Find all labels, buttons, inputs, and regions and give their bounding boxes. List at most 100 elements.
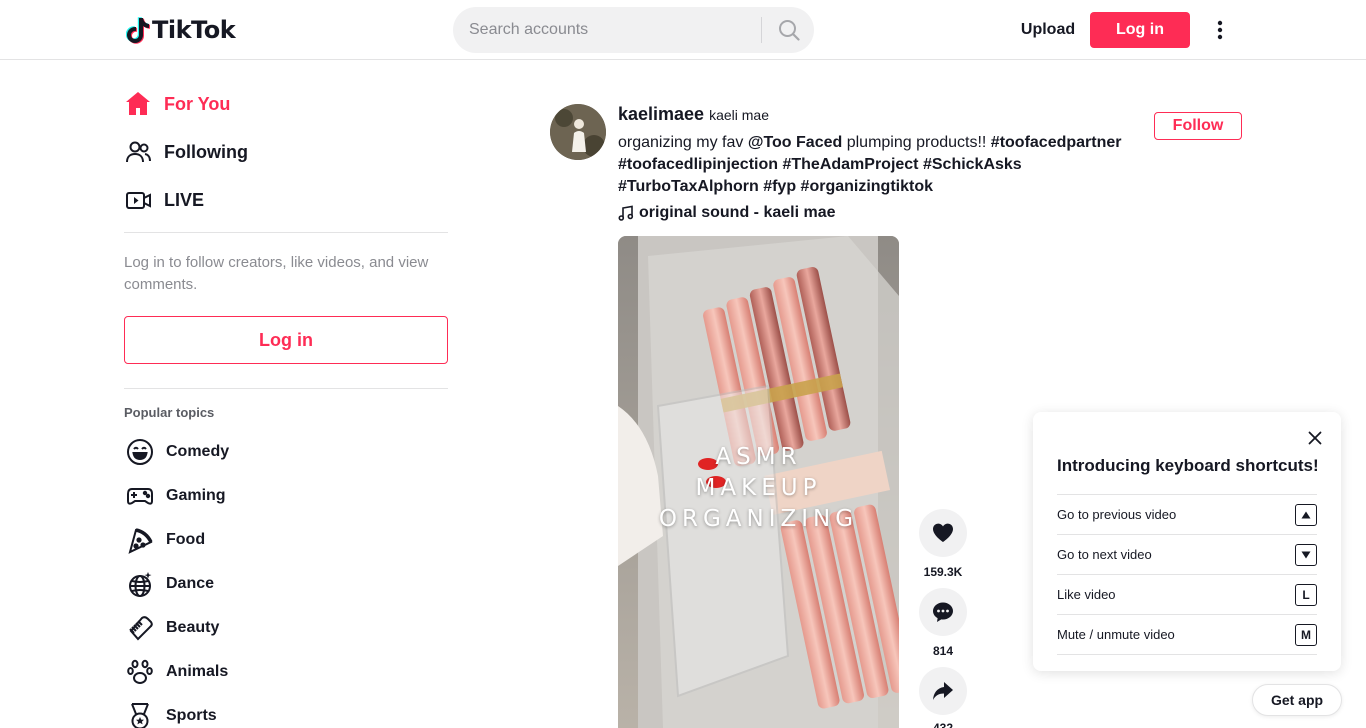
header-login-button[interactable]: Log in [1090, 12, 1190, 48]
mention-link[interactable]: @Too Faced [748, 134, 842, 151]
hashtag-link[interactable]: #toofacedlipinjection [618, 156, 778, 173]
video-caption: organizing my fav @Too Faced plumping pr… [618, 132, 1128, 198]
caption-text: plumping products!! [842, 134, 991, 151]
sidebar-divider [124, 232, 448, 233]
topic-sports[interactable]: Sports [124, 698, 444, 728]
overlay-line: MAKEUP [695, 475, 822, 501]
comment-count: 814 [932, 644, 954, 658]
author-line: kaelimaee kaeli mae [618, 104, 769, 130]
comment-button[interactable] [919, 588, 967, 636]
like-count: 159.3K [923, 565, 963, 579]
search-divider [761, 17, 762, 43]
get-app-button[interactable]: Get app [1252, 684, 1342, 716]
caption-text: organizing my fav [618, 134, 748, 151]
topic-dance[interactable]: Dance [124, 566, 444, 602]
tiktok-note-icon [126, 17, 150, 44]
share-icon [933, 682, 953, 700]
search-bar [453, 7, 814, 53]
paw-icon [124, 656, 156, 688]
gamepad-icon [124, 480, 156, 512]
hashtag-link[interactable]: #toofacedpartner [991, 134, 1122, 151]
video-player[interactable]: ASMR MAKEUP ORGANIZING [618, 236, 899, 728]
follow-button[interactable]: Follow [1154, 112, 1242, 140]
sidebar-item-label: Following [164, 141, 248, 162]
sidebar-item-live[interactable]: LIVE [124, 180, 444, 220]
people-icon [124, 136, 156, 168]
keyboard-shortcuts-panel: Introducing keyboard shortcuts! Go to pr… [1033, 412, 1341, 671]
topic-label: Comedy [166, 443, 230, 460]
shortcut-row: Go to previous video [1057, 494, 1317, 534]
medal-icon [124, 700, 156, 728]
shortcut-row: Like video L [1057, 574, 1317, 614]
sidebar-item-label: LIVE [164, 189, 205, 210]
logo-text: TikTok [152, 16, 236, 44]
laughing-face-icon [124, 436, 156, 468]
hashtag-link[interactable]: #TurboTaxAlphorn [618, 178, 759, 195]
sidebar-item-label: For You [164, 93, 231, 114]
more-vertical-icon [1217, 20, 1223, 40]
shortcut-label: Like video [1057, 587, 1116, 602]
topic-label: Food [166, 531, 206, 548]
avatar-image [550, 104, 606, 160]
music-label: original sound - kaeli mae [639, 204, 836, 221]
l-key-icon: L [1295, 583, 1317, 606]
shortcut-row: Go to next video [1057, 534, 1317, 574]
hashtag-link[interactable]: #fyp [763, 178, 796, 195]
sidebar-divider [124, 388, 448, 389]
author-nickname: kaeli mae [709, 107, 769, 123]
video-overlay-text: ASMR MAKEUP ORGANIZING [618, 442, 899, 535]
up-arrow-key-icon [1295, 503, 1317, 526]
search-input[interactable] [469, 7, 749, 53]
sidebar-item-following[interactable]: Following [124, 132, 444, 172]
topic-label: Sports [166, 707, 217, 724]
music-note-icon [618, 205, 634, 221]
search-button[interactable] [769, 7, 809, 53]
close-button[interactable] [1303, 426, 1327, 450]
more-menu-button[interactable] [1206, 14, 1234, 46]
sidebar-item-for-you[interactable]: For You [124, 84, 444, 124]
hashtag-link[interactable]: #SchickAsks [923, 156, 1022, 173]
popular-topics-title: Popular topics [124, 405, 215, 420]
shortcut-label: Go to previous video [1057, 507, 1177, 522]
topic-food[interactable]: Food [124, 522, 444, 558]
share-count: 432 [932, 721, 954, 728]
author-avatar[interactable] [550, 104, 606, 160]
shortcut-row: Mute / unmute video M [1057, 614, 1317, 654]
shortcuts-title: Introducing keyboard shortcuts! [1057, 456, 1319, 475]
pizza-icon [124, 524, 156, 556]
top-header: TikTok Upload Log in [0, 0, 1366, 60]
m-key-icon: M [1295, 623, 1317, 646]
share-button[interactable] [919, 667, 967, 715]
live-icon [124, 184, 156, 216]
search-icon [779, 20, 800, 41]
down-arrow-key-icon [1295, 543, 1317, 566]
disco-ball-icon [124, 568, 156, 600]
hashtag-link[interactable]: #TheAdamProject [782, 156, 918, 173]
comb-icon [124, 612, 156, 644]
topic-comedy[interactable]: Comedy [124, 434, 444, 470]
sidebar-login-button[interactable]: Log in [124, 316, 448, 364]
topic-beauty[interactable]: Beauty [124, 610, 444, 646]
topic-label: Animals [166, 663, 229, 680]
music-link[interactable]: original sound - kaeli mae [618, 202, 836, 224]
tiktok-logo[interactable]: TikTok [126, 14, 236, 46]
shortcut-label: Go to next video [1057, 547, 1152, 562]
topic-label: Dance [166, 575, 215, 592]
topic-gaming[interactable]: Gaming [124, 478, 444, 514]
close-icon [1308, 431, 1322, 445]
overlay-line: ASMR [715, 444, 802, 470]
overlay-line: ORGANIZING [658, 506, 859, 532]
home-icon [124, 88, 156, 120]
topic-label: Beauty [166, 619, 220, 636]
upload-button[interactable]: Upload [1010, 12, 1086, 48]
topic-label: Gaming [166, 487, 226, 504]
heart-icon [933, 523, 953, 542]
comment-icon [933, 602, 953, 622]
shortcut-label: Mute / unmute video [1057, 627, 1175, 642]
like-button[interactable] [919, 509, 967, 557]
hashtag-link[interactable]: #organizingtiktok [801, 178, 933, 195]
author-username[interactable]: kaelimaee [618, 104, 704, 125]
topic-animals[interactable]: Animals [124, 654, 444, 690]
login-hint-text: Log in to follow creators, like videos, … [124, 254, 429, 293]
shortcut-divider [1057, 654, 1317, 655]
